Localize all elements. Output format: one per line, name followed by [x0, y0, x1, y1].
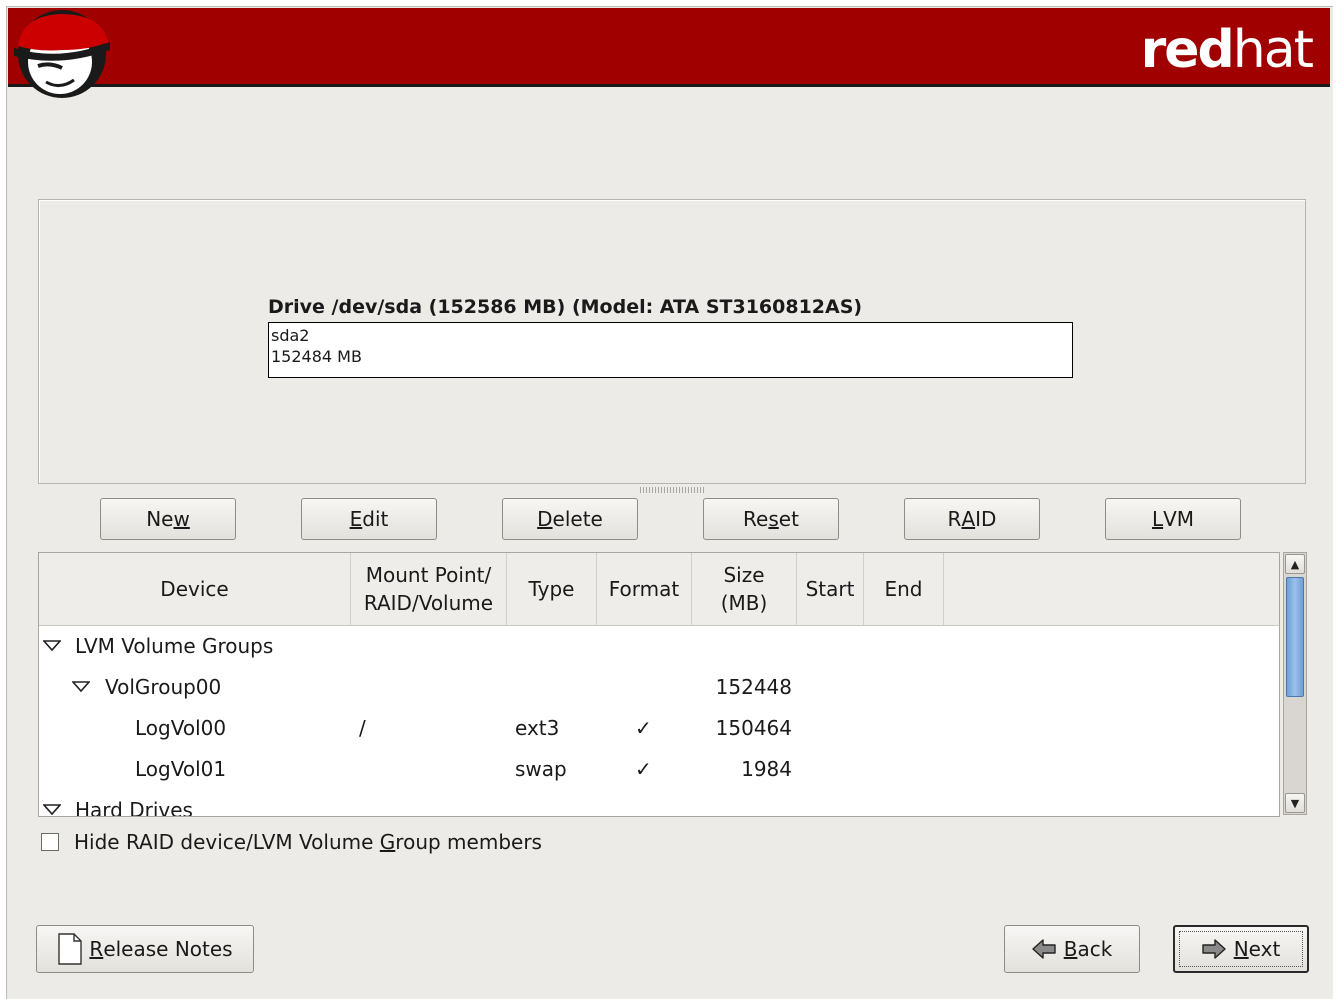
format-check-icon: ✓ [635, 716, 652, 740]
table-row[interactable]: VolGroup00 152448 [39, 667, 1279, 708]
back-button[interactable]: Back [1004, 925, 1140, 973]
expander-triangle-icon[interactable] [43, 804, 61, 816]
redhat-wordmark: redhat [1140, 20, 1314, 80]
hide-members-checkbox[interactable] [41, 833, 59, 851]
size-cell: 150464 [715, 716, 792, 740]
document-icon [58, 933, 83, 965]
table-header: Device Mount Point/ RAID/Volume Type For… [39, 553, 1279, 626]
next-button[interactable]: Next [1173, 925, 1309, 973]
device-cell: LVM Volume Groups [75, 634, 274, 658]
partition-table: Device Mount Point/ RAID/Volume Type For… [38, 552, 1280, 817]
type-cell: ext3 [515, 716, 560, 740]
column-header-end[interactable]: End [864, 553, 944, 625]
table-row[interactable]: Hard Drives [39, 790, 1279, 817]
pane-resize-handle[interactable] [640, 487, 704, 493]
expander-triangle-icon[interactable] [43, 640, 61, 652]
scroll-thumb[interactable] [1286, 577, 1304, 697]
next-arrow-icon [1201, 939, 1226, 959]
size-cell: 152448 [715, 675, 792, 699]
size-cell: 1984 [741, 757, 792, 781]
shadowman-logo [14, 10, 110, 98]
scroll-up-arrow-icon[interactable]: ▲ [1285, 554, 1305, 574]
column-header-mount-point[interactable]: Mount Point/ RAID/Volume [351, 553, 507, 625]
reset-button[interactable]: Re s et [703, 498, 839, 540]
partition-size: 152484 MB [271, 347, 362, 366]
expander-triangle-icon[interactable] [72, 681, 90, 693]
hide-members-option[interactable]: Hide RAID device/LVM Volume Group member… [41, 829, 542, 855]
back-arrow-icon [1032, 939, 1056, 959]
delete-button[interactable]: Delete [502, 498, 638, 540]
format-check-icon: ✓ [635, 757, 652, 781]
column-header-size[interactable]: Size (MB) [692, 553, 797, 625]
edit-button[interactable]: Edit [301, 498, 437, 540]
table-row[interactable]: LogVol00 / ext3 ✓ 150464 [39, 708, 1279, 749]
column-header-format[interactable]: Format [597, 553, 692, 625]
device-cell: LogVol01 [135, 757, 227, 781]
drive-panel: Drive /dev/sda (152586 MB) (Model: ATA S… [38, 199, 1306, 484]
column-header-type[interactable]: Type [507, 553, 597, 625]
column-header-device[interactable]: Device [39, 553, 351, 625]
scroll-down-arrow-icon[interactable]: ▼ [1285, 793, 1305, 813]
hide-members-label: Hide RAID device/LVM Volume Group member… [74, 830, 542, 854]
device-cell: LogVol00 [135, 716, 227, 740]
new-button[interactable]: Ne w [100, 498, 236, 540]
partition-name: sda2 [271, 326, 310, 345]
column-header-start[interactable]: Start [797, 553, 864, 625]
table-row[interactable]: LogVol01 swap ✓ 1984 [39, 749, 1279, 790]
raid-button[interactable]: R A ID [904, 498, 1040, 540]
table-row[interactable]: LVM Volume Groups [39, 626, 1279, 667]
device-cell: VolGroup00 [105, 675, 222, 699]
device-cell: Hard Drives [75, 798, 193, 817]
partition-bar-sda2[interactable]: sda2 152484 MB [268, 322, 1073, 378]
redhat-banner: redhat [8, 8, 1330, 87]
type-cell: swap [515, 757, 567, 781]
table-scrollbar[interactable]: ▲ ▼ [1283, 552, 1307, 815]
release-notes-button[interactable]: Release Notes [36, 925, 254, 973]
drive-title: Drive /dev/sda (152586 MB) (Model: ATA S… [268, 296, 863, 318]
mount-cell: / [359, 716, 366, 740]
lvm-button[interactable]: L VM [1105, 498, 1241, 540]
